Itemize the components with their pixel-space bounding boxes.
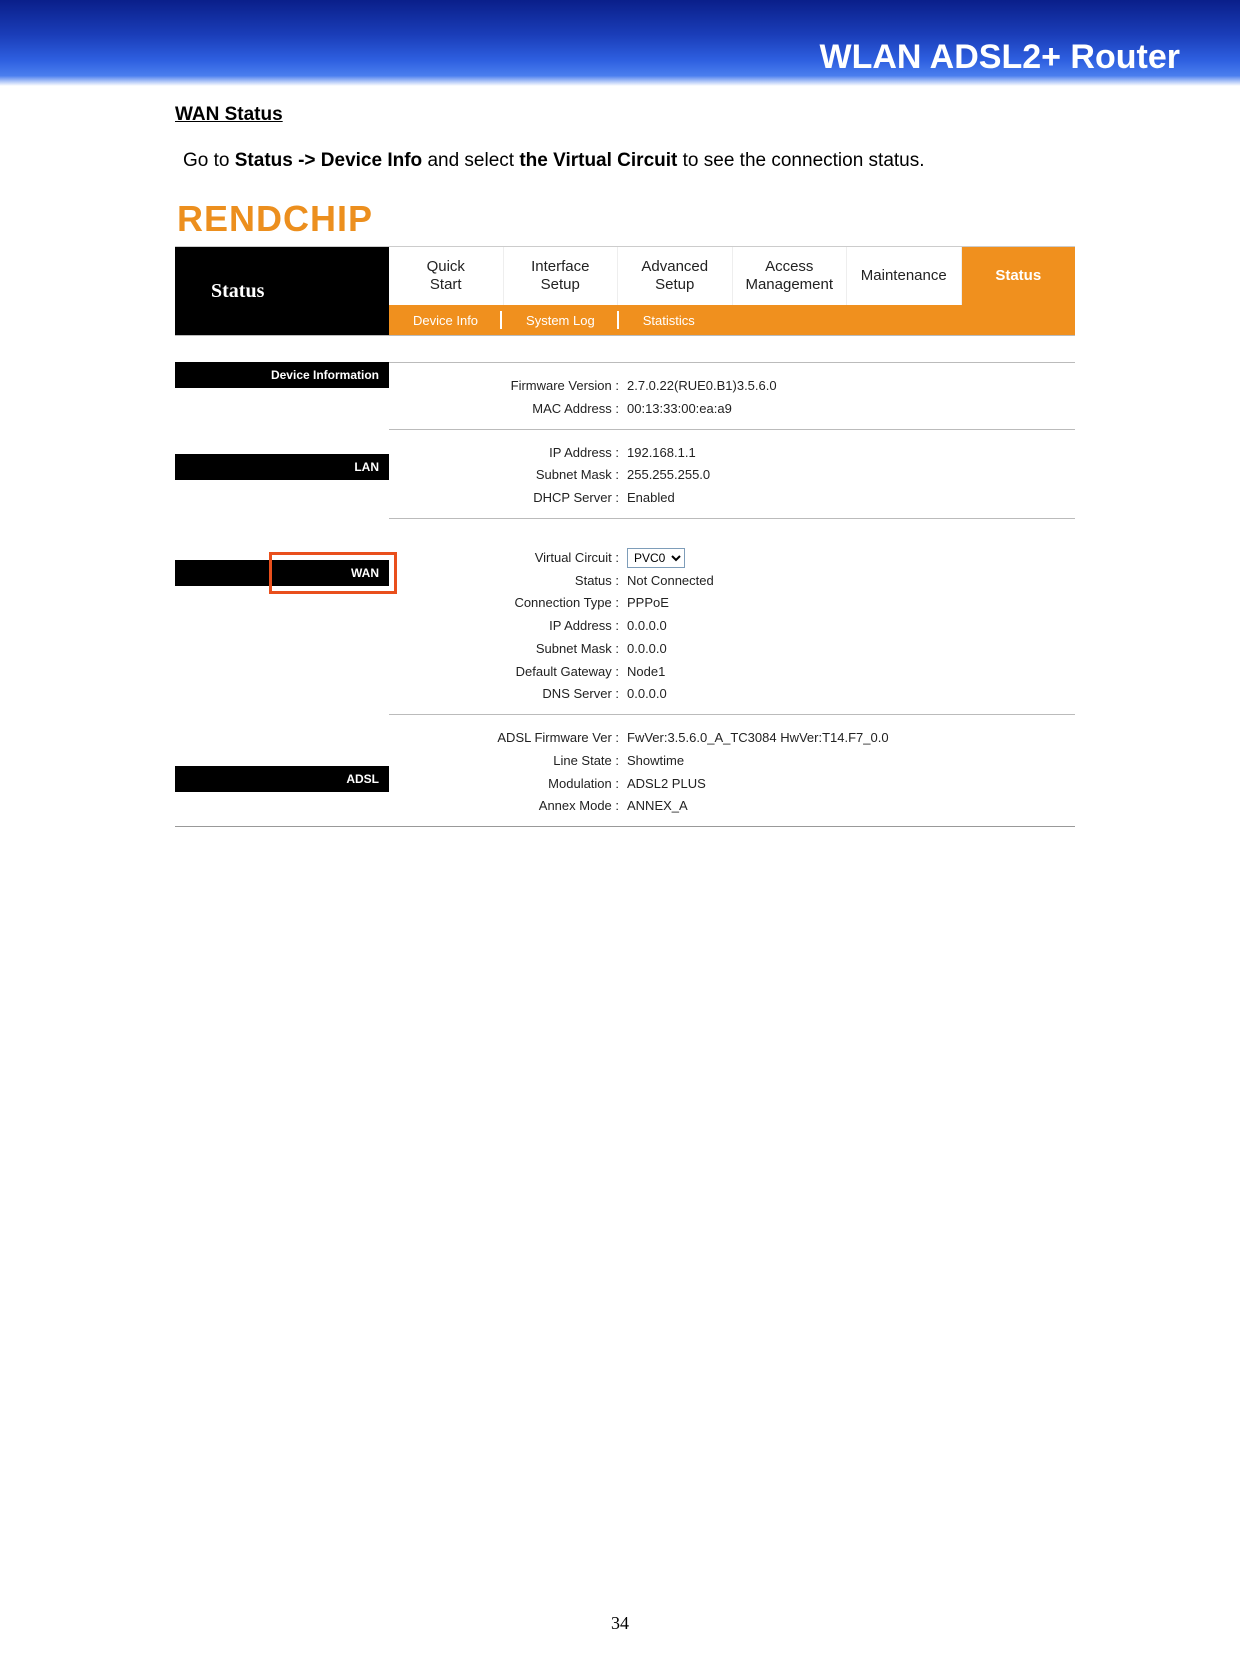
router-screenshot: RENDCHIP Status Quick Start Interface Se… bbox=[175, 194, 1075, 827]
kv-lan-mask: Subnet Mask :255.255.255.0 bbox=[389, 464, 1075, 487]
tabs-left-label: Status bbox=[175, 247, 389, 335]
wan-status-label: Status : bbox=[389, 570, 625, 593]
page-banner: WLAN ADSL2+ Router bbox=[0, 0, 1240, 86]
instruction-nav: Status -> Device Info bbox=[235, 150, 422, 171]
tab-interface-setup[interactable]: Interface Setup bbox=[504, 247, 619, 305]
firmware-value: 2.7.0.22(RUE0.B1)3.5.6.0 bbox=[625, 375, 1075, 398]
tab-quick-start-label: Quick Start bbox=[427, 258, 465, 294]
lan-block: IP Address :192.168.1.1 Subnet Mask :255… bbox=[389, 429, 1075, 518]
tab-status-label: Status bbox=[995, 267, 1041, 285]
vc-value-wrap: PVC0 bbox=[625, 547, 1075, 570]
kv-wan-conn: Connection Type :PPPoE bbox=[389, 592, 1075, 615]
instruction-select: the Virtual Circuit bbox=[519, 150, 677, 171]
wan-mask-label: Subnet Mask : bbox=[389, 638, 625, 661]
sub-tabs: Device Info System Log Statistics bbox=[389, 305, 1075, 335]
kv-mac: MAC Address :00:13:33:00:ea:a9 bbox=[389, 398, 1075, 421]
tab-advanced-setup-label: Advanced Setup bbox=[641, 258, 708, 294]
tab-advanced-setup[interactable]: Advanced Setup bbox=[618, 247, 733, 305]
kv-wan-gw: Default Gateway :Node1 bbox=[389, 661, 1075, 684]
section-device-info: Device Information bbox=[175, 362, 389, 388]
adsl-mod-value: ADSL2 PLUS bbox=[625, 773, 1075, 796]
right-column: Firmware Version :2.7.0.22(RUE0.B1)3.5.6… bbox=[389, 336, 1075, 826]
banner-title: WLAN ADSL2+ Router bbox=[820, 38, 1180, 77]
tab-maintenance-label: Maintenance bbox=[861, 267, 947, 285]
info-area: Device Information LAN WAN ADSL Firmware… bbox=[175, 336, 1075, 826]
adsl-annex-value: ANNEX_A bbox=[625, 795, 1075, 818]
kv-wan-mask: Subnet Mask :0.0.0.0 bbox=[389, 638, 1075, 661]
subtab-system-log[interactable]: System Log bbox=[502, 305, 619, 335]
wan-conn-value: PPPoE bbox=[625, 592, 1075, 615]
wan-block: Virtual Circuit : PVC0 Status :Not Conne… bbox=[389, 518, 1075, 714]
device-info-block: Firmware Version :2.7.0.22(RUE0.B1)3.5.6… bbox=[389, 362, 1075, 429]
section-lan: LAN bbox=[175, 454, 389, 480]
wan-mask-value: 0.0.0.0 bbox=[625, 638, 1075, 661]
section-adsl: ADSL bbox=[175, 766, 389, 792]
mac-value: 00:13:33:00:ea:a9 bbox=[625, 398, 1075, 421]
adsl-block: ADSL Firmware Ver :FwVer:3.5.6.0_A_TC308… bbox=[389, 714, 1075, 826]
adsl-mod-label: Modulation : bbox=[389, 773, 625, 796]
wan-conn-label: Connection Type : bbox=[389, 592, 625, 615]
tabs-row: Status Quick Start Interface Setup Advan… bbox=[175, 246, 1075, 336]
left-column: Device Information LAN WAN ADSL bbox=[175, 336, 389, 826]
kv-adsl-mod: Modulation :ADSL2 PLUS bbox=[389, 773, 1075, 796]
kv-firmware: Firmware Version :2.7.0.22(RUE0.B1)3.5.6… bbox=[389, 375, 1075, 398]
kv-wan-dns: DNS Server :0.0.0.0 bbox=[389, 683, 1075, 706]
kv-adsl-line: Line State :Showtime bbox=[389, 750, 1075, 773]
kv-adsl-annex: Annex Mode :ANNEX_A bbox=[389, 795, 1075, 818]
adsl-line-label: Line State : bbox=[389, 750, 625, 773]
instruction-post: to see the connection status. bbox=[677, 150, 924, 171]
section-heading: WAN Status bbox=[175, 104, 1060, 126]
lan-dhcp-label: DHCP Server : bbox=[389, 487, 625, 510]
wan-gw-value: Node1 bbox=[625, 661, 1075, 684]
lan-ip-label: IP Address : bbox=[389, 442, 625, 465]
tab-access-mgmt-label: Access Management bbox=[745, 258, 833, 294]
main-tabs: Quick Start Interface Setup Advanced Set… bbox=[389, 247, 1075, 305]
firmware-label: Firmware Version : bbox=[389, 375, 625, 398]
adsl-fw-label: ADSL Firmware Ver : bbox=[389, 727, 625, 750]
wan-dns-label: DNS Server : bbox=[389, 683, 625, 706]
kv-vc: Virtual Circuit : PVC0 bbox=[389, 547, 1075, 570]
kv-wan-ip: IP Address :0.0.0.0 bbox=[389, 615, 1075, 638]
kv-adsl-fw: ADSL Firmware Ver :FwVer:3.5.6.0_A_TC308… bbox=[389, 727, 1075, 750]
section-wan: WAN bbox=[175, 560, 389, 586]
mac-label: MAC Address : bbox=[389, 398, 625, 421]
kv-wan-status: Status :Not Connected bbox=[389, 570, 1075, 593]
wan-ip-value: 0.0.0.0 bbox=[625, 615, 1075, 638]
document-content: WAN Status Go to Status -> Device Info a… bbox=[0, 86, 1060, 827]
subtab-statistics[interactable]: Statistics bbox=[619, 305, 719, 335]
lan-dhcp-value: Enabled bbox=[625, 487, 1075, 510]
tabs-right: Quick Start Interface Setup Advanced Set… bbox=[389, 247, 1075, 335]
adsl-line-value: Showtime bbox=[625, 750, 1075, 773]
instruction-text: Go to Status -> Device Info and select t… bbox=[183, 150, 1060, 172]
subtab-device-info[interactable]: Device Info bbox=[389, 305, 502, 335]
instruction-pre: Go to bbox=[183, 150, 235, 171]
kv-lan-dhcp: DHCP Server :Enabled bbox=[389, 487, 1075, 510]
wan-ip-label: IP Address : bbox=[389, 615, 625, 638]
virtual-circuit-select[interactable]: PVC0 bbox=[627, 548, 685, 568]
brand-logo: RENDCHIP bbox=[175, 194, 1075, 246]
adsl-fw-value: FwVer:3.5.6.0_A_TC3084 HwVer:T14.F7_0.0 bbox=[625, 727, 1075, 750]
lan-ip-value: 192.168.1.1 bbox=[625, 442, 1075, 465]
lan-mask-label: Subnet Mask : bbox=[389, 464, 625, 487]
page-number: 34 bbox=[0, 1613, 1240, 1634]
kv-lan-ip: IP Address :192.168.1.1 bbox=[389, 442, 1075, 465]
lan-mask-value: 255.255.255.0 bbox=[625, 464, 1075, 487]
instruction-mid: and select bbox=[422, 150, 519, 171]
wan-gw-label: Default Gateway : bbox=[389, 661, 625, 684]
tab-access-management[interactable]: Access Management bbox=[733, 247, 848, 305]
adsl-annex-label: Annex Mode : bbox=[389, 795, 625, 818]
vc-label: Virtual Circuit : bbox=[389, 547, 625, 570]
tab-maintenance[interactable]: Maintenance bbox=[847, 247, 962, 305]
tab-interface-setup-label: Interface Setup bbox=[531, 258, 589, 294]
wan-status-value: Not Connected bbox=[625, 570, 1075, 593]
wan-dns-value: 0.0.0.0 bbox=[625, 683, 1075, 706]
tab-quick-start[interactable]: Quick Start bbox=[389, 247, 504, 305]
tab-status[interactable]: Status bbox=[962, 247, 1076, 305]
wan-highlight: WAN bbox=[175, 560, 389, 586]
